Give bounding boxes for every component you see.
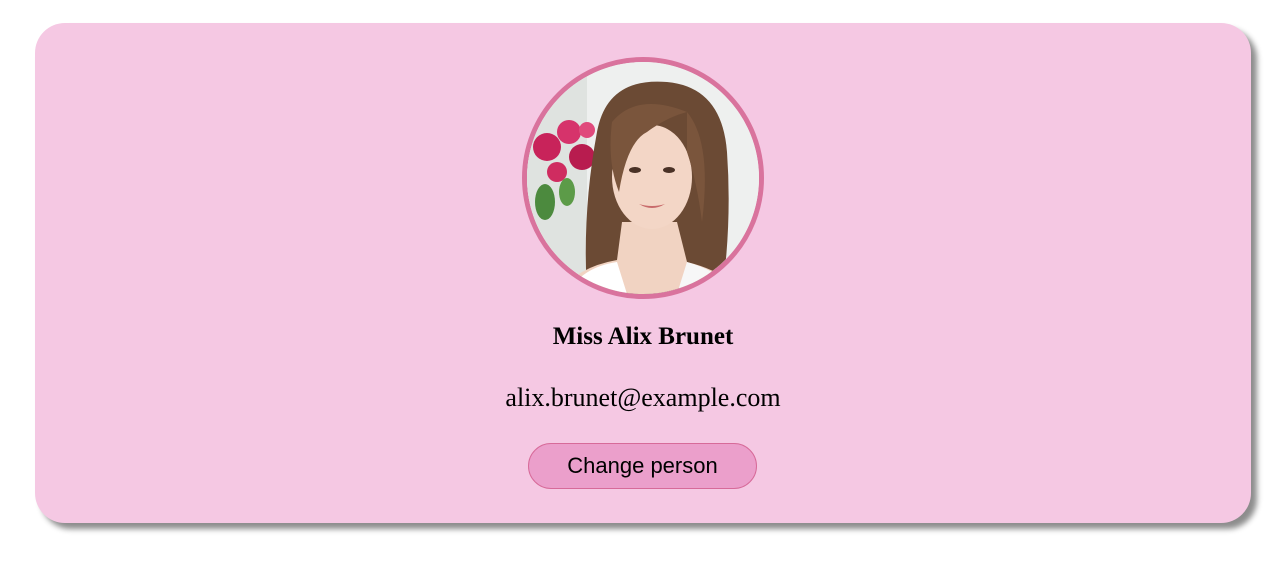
person-email: alix.brunet@example.com bbox=[505, 383, 781, 412]
person-name: Miss Alix Brunet bbox=[552, 323, 734, 350]
profile-card: Miss Alix Brunet alix.brunet@example.com… bbox=[35, 23, 1251, 523]
avatar bbox=[522, 57, 764, 299]
change-person-button[interactable]: Change person bbox=[528, 443, 757, 489]
person-photo-icon bbox=[527, 62, 759, 294]
